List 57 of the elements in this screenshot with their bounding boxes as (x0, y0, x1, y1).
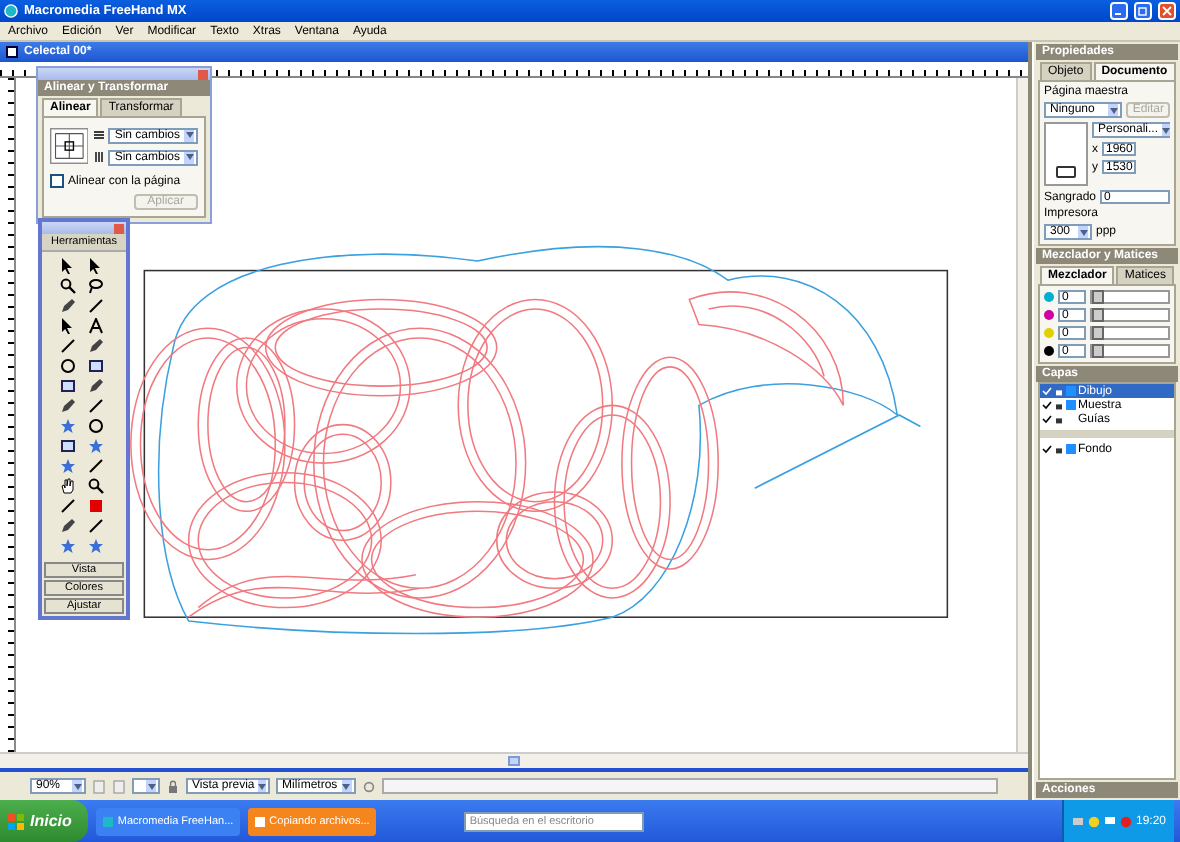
close-button[interactable] (114, 223, 124, 233)
close-button[interactable] (1158, 2, 1176, 20)
window-icon[interactable] (253, 815, 266, 827)
dropdown-arrow-icon[interactable] (1109, 107, 1118, 113)
star-icon[interactable] (60, 538, 76, 554)
page-icon (1056, 166, 1076, 178)
line-icon[interactable] (88, 518, 104, 534)
vertical-scrollbar[interactable] (1016, 78, 1028, 752)
horizontal-scrollbar[interactable] (0, 752, 1028, 768)
star-icon[interactable] (60, 418, 76, 434)
star-icon[interactable] (88, 538, 104, 554)
dropdown-arrow-icon[interactable] (342, 783, 351, 789)
dropdown-arrow-icon[interactable] (73, 783, 81, 789)
slider-thumb[interactable] (1092, 344, 1104, 358)
pen-icon[interactable] (88, 338, 104, 354)
line-icon[interactable] (88, 298, 104, 314)
star-icon[interactable] (60, 458, 76, 474)
dropdown-arrow-icon[interactable] (147, 783, 155, 789)
restore-button[interactable] (1134, 2, 1152, 20)
line-icon[interactable] (88, 458, 104, 474)
line-icon[interactable] (88, 398, 104, 414)
fill-swatch-icon[interactable] (88, 498, 104, 514)
restore-icon[interactable] (1138, 6, 1148, 16)
document-icon (6, 46, 18, 58)
slider-thumb[interactable] (1092, 308, 1104, 322)
dropdown-arrow-icon[interactable] (258, 783, 267, 789)
hand-icon[interactable] (60, 478, 76, 494)
ellipse-icon[interactable] (88, 418, 104, 434)
letter-a-icon[interactable] (88, 318, 104, 334)
horizontal-align-icon (94, 130, 105, 140)
pointer-icon[interactable] (60, 318, 76, 334)
close-icon[interactable] (1162, 6, 1172, 16)
scroll-thumb[interactable] (508, 756, 520, 766)
pen-icon[interactable] (60, 518, 76, 534)
line-icon[interactable] (60, 498, 76, 514)
speech-bubble-icon[interactable] (1103, 815, 1116, 827)
dropdown-arrow-icon[interactable] (185, 154, 193, 160)
magnifier-icon[interactable] (60, 278, 76, 294)
slider-thumb[interactable] (1092, 326, 1104, 340)
dropdown-arrow-icon[interactable] (1079, 229, 1087, 235)
dropdown-arrow-icon[interactable] (1162, 127, 1171, 133)
rectangle-icon[interactable] (60, 438, 76, 454)
dropdown-arrow-icon[interactable] (185, 132, 193, 138)
app-icon (4, 4, 18, 18)
close-button[interactable] (198, 69, 208, 79)
vertical-align-icon (94, 152, 105, 162)
lasso-icon[interactable] (88, 278, 104, 294)
pen-icon[interactable] (60, 298, 76, 314)
star-icon[interactable] (88, 438, 104, 454)
ellipse-icon[interactable] (60, 358, 76, 374)
line-icon[interactable] (60, 338, 76, 354)
minimize-button[interactable] (1110, 2, 1128, 20)
page-dropdown[interactable] (132, 778, 160, 794)
check-icon[interactable] (1042, 444, 1052, 454)
alignment-grid-icon[interactable] (50, 124, 89, 168)
magnifier-icon[interactable] (88, 478, 104, 494)
slider-thumb[interactable] (1092, 290, 1104, 304)
